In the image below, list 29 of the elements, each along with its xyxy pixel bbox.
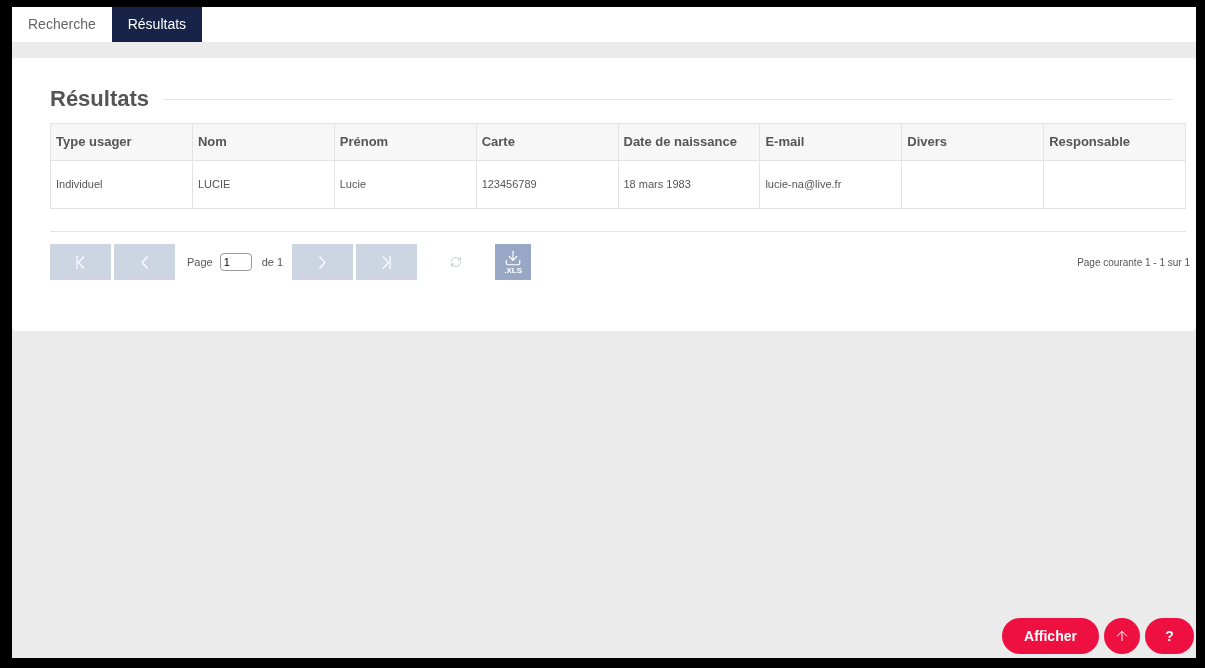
download-icon (504, 249, 523, 267)
table-cell: 18 mars 1983 (618, 160, 760, 209)
page-status: Page courante 1 - 1 sur 1 (1077, 255, 1190, 270)
first-page-icon (76, 255, 85, 269)
page-count: de 1 (261, 254, 284, 270)
column-header: Carte (476, 123, 618, 161)
scroll-up-button[interactable] (1104, 618, 1140, 654)
column-header: Divers (901, 123, 1044, 161)
last-page-icon (382, 255, 392, 269)
page-input[interactable]: 1 (219, 253, 252, 271)
section-title: Résultats (50, 85, 150, 113)
column-header: E-mail (759, 123, 902, 161)
table-cell: lucie-na@live.fr (759, 160, 902, 209)
column-header: Date de naissance (618, 123, 760, 161)
refresh-icon[interactable] (450, 256, 463, 268)
help-button[interactable]: ? (1145, 618, 1194, 654)
chevron-left-icon (141, 255, 148, 269)
column-header: Type usager (50, 123, 193, 161)
show-button[interactable]: Afficher (1002, 618, 1099, 654)
column-header: Responsable (1043, 123, 1186, 161)
column-header: Nom (192, 123, 335, 161)
table-cell: Lucie (334, 160, 477, 209)
table-cell: Individuel (50, 160, 193, 209)
page-label: Page (187, 254, 213, 270)
table-cell: 123456789 (476, 160, 618, 209)
column-header: Prénom (334, 123, 477, 161)
chevron-right-icon (319, 255, 327, 269)
table-cell: LUCIE (192, 160, 335, 209)
tab[interactable]: Résultats (111, 7, 203, 42)
